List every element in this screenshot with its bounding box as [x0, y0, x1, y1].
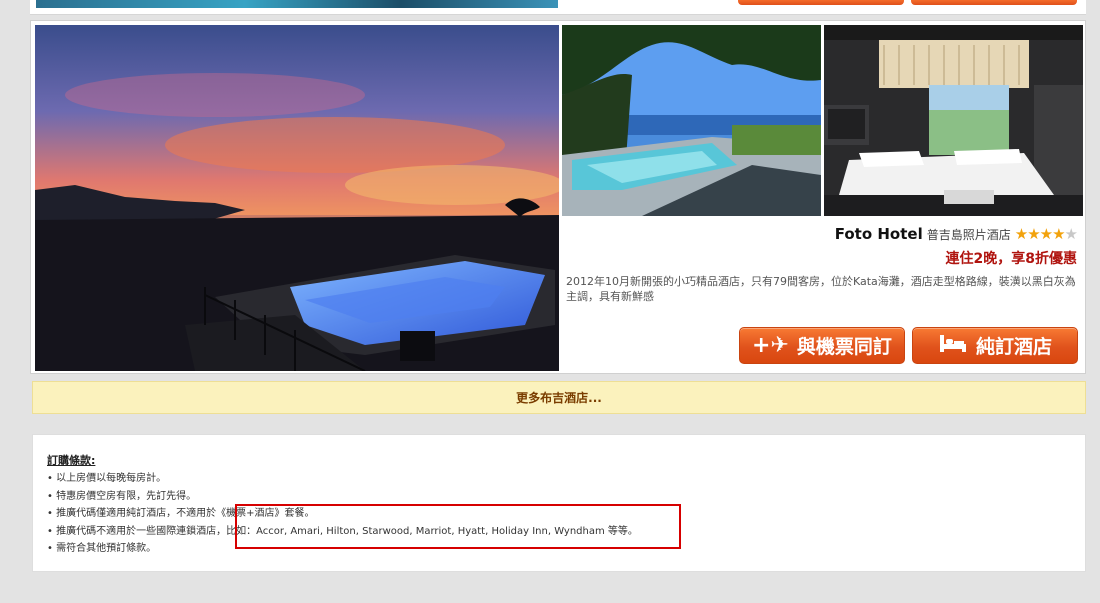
promo-text: 連住2晚，享8折優惠 [945, 251, 1077, 267]
hotel-title-line: Foto Hotel 普吉島照片酒店 ★★★★★ [835, 225, 1078, 243]
star-icon: ★ [1027, 225, 1040, 243]
star-icon: ★ [1039, 225, 1053, 243]
book-hotel-only-label: 純訂酒店 [975, 336, 1052, 358]
book-with-flight-button[interactable]: +✈ 與機票同訂 [739, 327, 905, 364]
bed-icon [938, 332, 968, 359]
hotel-location: 普吉島照片酒店 [926, 227, 1011, 242]
hotel-room-photo[interactable] [824, 25, 1083, 216]
terms-item: 以上房價以每晚每房計。 [47, 470, 638, 488]
pool-garden-photo[interactable] [562, 25, 821, 216]
hotel-description: 2012年10月新開張的小巧精品酒店，只有79間客房，位於Kata海灘，酒店走型… [566, 275, 1076, 303]
star-rating: ★★★★★ [1014, 225, 1078, 243]
sunset-pool-photo[interactable] [35, 25, 559, 371]
more-hotels-link[interactable]: 更多布吉酒店... [516, 389, 602, 406]
previous-flight-hotel-button[interactable] [738, 0, 904, 5]
previous-hotel-only-button[interactable] [911, 0, 1077, 5]
hotel-card: Foto Hotel 普吉島照片酒店 ★★★★★ 連住2晚，享8折優惠 2012… [30, 20, 1086, 374]
book-with-flight-label: 與機票同訂 [796, 336, 892, 358]
terms-panel: 訂購條款: 以上房價以每晚每房計。 特惠房價空房有限，先訂先得。 推廣代碼僅適用… [32, 434, 1086, 572]
plus-plane-icon: +✈ [752, 332, 789, 358]
previous-hotel-photo [36, 0, 558, 8]
terms-title: 訂購條款: [47, 454, 96, 467]
terms-item: 特惠房價空房有限，先訂先得。 [47, 488, 638, 506]
hotel-name[interactable]: Foto Hotel [835, 225, 923, 243]
star-empty-icon: ★ [1064, 225, 1078, 243]
star-icon: ★ [1014, 225, 1028, 243]
more-hotels-bar: 更多布吉酒店... [32, 381, 1086, 414]
star-icon: ★ [1052, 225, 1065, 243]
book-hotel-only-button[interactable]: 純訂酒店 [912, 327, 1078, 364]
highlight-box [235, 504, 681, 549]
previous-hotel-card [30, 0, 1086, 15]
